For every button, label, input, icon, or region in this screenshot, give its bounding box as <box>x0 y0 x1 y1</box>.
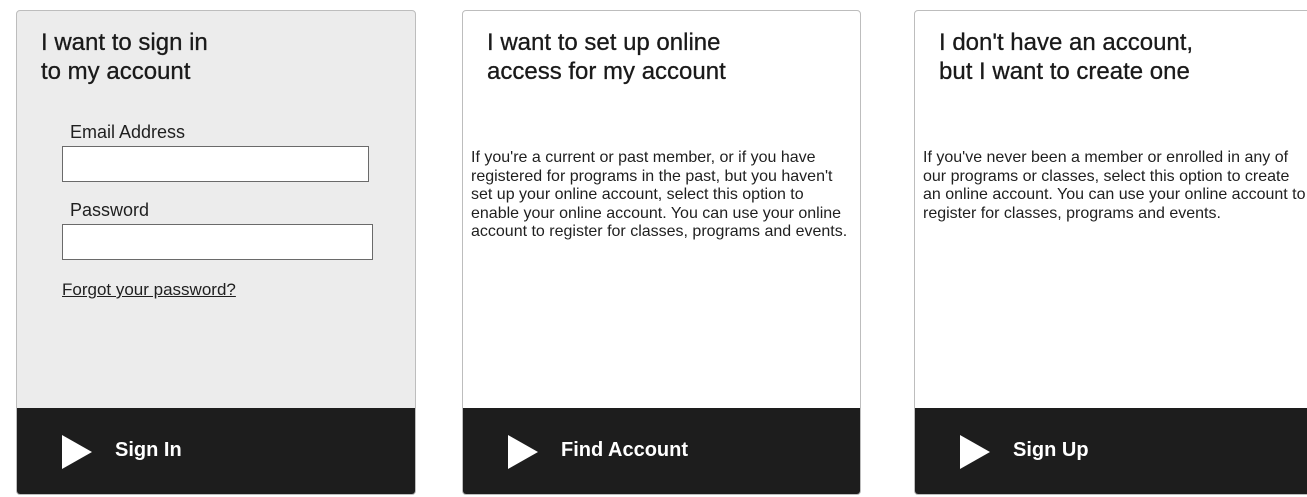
find-account-title-line-1: I want to set up online <box>487 29 721 56</box>
find-account-description: If you're a current or past member, or i… <box>471 149 848 241</box>
play-arrow-icon <box>508 435 538 469</box>
create-account-description: If you've never been a member or enrolle… <box>923 149 1306 222</box>
email-field[interactable] <box>62 146 369 182</box>
password-field[interactable] <box>62 224 373 260</box>
create-account-title-line-1: I don't have an account, <box>939 29 1194 56</box>
find-account-button[interactable]: Find Account <box>463 408 860 494</box>
password-label: Password <box>70 200 150 220</box>
sign-up-button-label: Sign Up <box>1013 439 1089 461</box>
signin-title-line-2: to my account <box>41 58 191 85</box>
forgot-password-link[interactable]: Forgot your password? <box>62 279 236 301</box>
email-label: Email Address <box>70 122 186 142</box>
play-arrow-icon <box>960 435 990 469</box>
find-account-title-line-2: access for my account <box>487 58 726 85</box>
find-account-card-title: I want to set up online access for my ac… <box>487 28 847 86</box>
signin-card-title: I want to sign in to my account <box>41 28 341 86</box>
play-arrow-icon <box>62 435 92 469</box>
create-account-title-line-2: but I want to create one <box>939 58 1190 85</box>
signin-title-line-1: I want to sign in <box>41 29 208 56</box>
sign-in-button[interactable]: Sign In <box>17 408 415 494</box>
sign-up-button[interactable]: Sign Up <box>915 408 1307 494</box>
create-account-card: I don't have an account, but I want to c… <box>914 10 1307 495</box>
create-account-card-title: I don't have an account, but I want to c… <box>939 28 1299 86</box>
sign-in-button-label: Sign In <box>115 439 182 461</box>
find-account-button-label: Find Account <box>561 439 689 461</box>
find-account-card: I want to set up online access for my ac… <box>462 10 861 495</box>
signin-card: I want to sign in to my account Email Ad… <box>16 10 416 495</box>
